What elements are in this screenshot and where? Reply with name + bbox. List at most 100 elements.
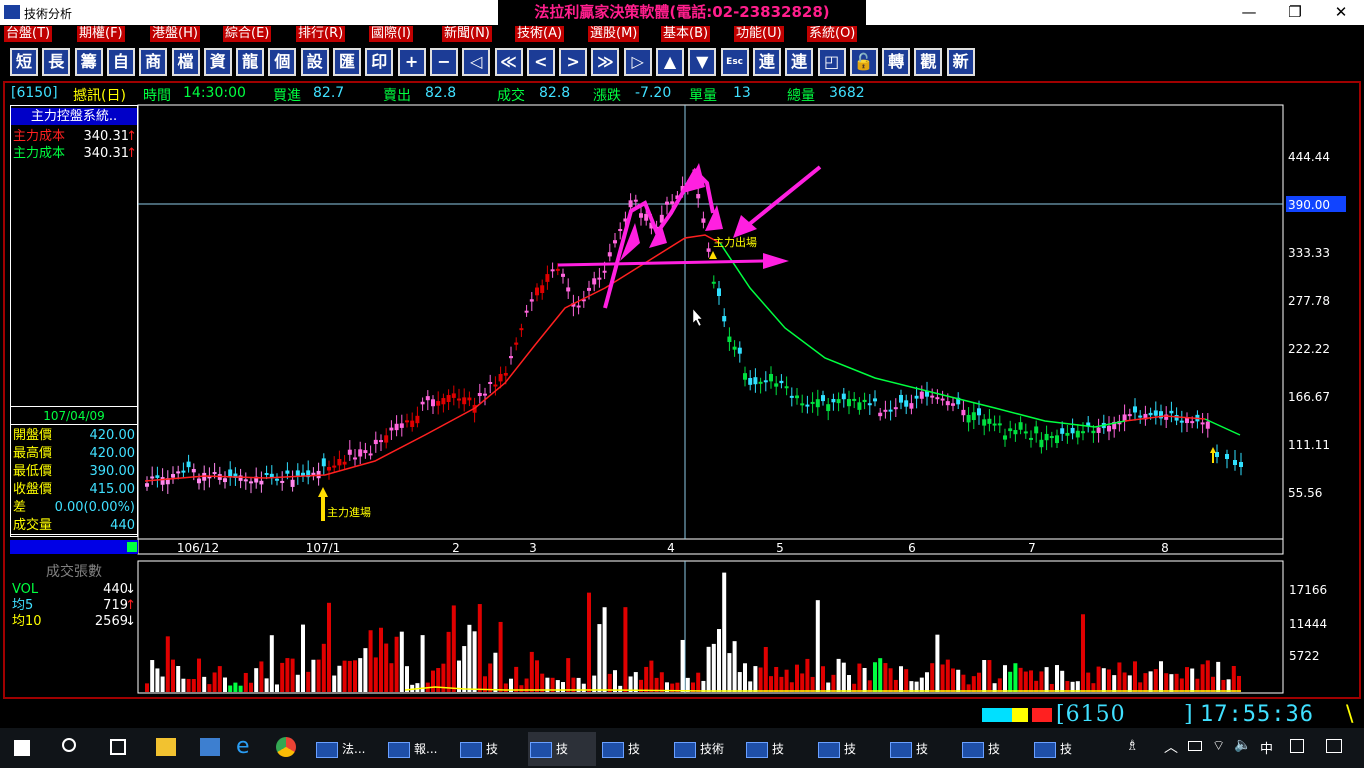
toolbar-button[interactable]: 長 xyxy=(42,48,71,76)
volume-bar xyxy=(711,643,716,692)
battery-icon[interactable] xyxy=(1188,741,1202,751)
input-language[interactable]: 中 xyxy=(1260,738,1273,757)
cost-label: 主力成本 xyxy=(13,129,66,144)
wifi-icon[interactable]: ⌔ xyxy=(1212,737,1225,755)
toolbar-button[interactable]: − xyxy=(429,48,458,76)
notification-icon[interactable] xyxy=(1326,739,1342,753)
candle-body xyxy=(519,328,524,331)
menu-item[interactable]: 基本(B) xyxy=(661,26,711,42)
volume-bar xyxy=(779,676,784,692)
menu-item[interactable]: 排行(R) xyxy=(296,26,346,42)
menu-item[interactable]: 選股(M) xyxy=(588,26,640,42)
candle-body xyxy=(399,423,404,428)
taskbar-app-label: 技術 xyxy=(700,742,725,756)
toolbar-button[interactable]: 印 xyxy=(365,48,394,76)
toolbar-button[interactable]: 轉 xyxy=(882,48,911,76)
toolbar-button[interactable]: 短 xyxy=(10,48,38,76)
toolbar-button[interactable]: 檔 xyxy=(171,48,200,76)
scroll-thumb[interactable] xyxy=(127,542,137,552)
ie-browser-icon[interactable]: e xyxy=(236,736,256,758)
toolbar-button[interactable]: ▲ xyxy=(656,48,684,76)
toolbar-button[interactable]: ≪ xyxy=(494,48,523,76)
search-icon[interactable] xyxy=(62,738,76,752)
taskbar-app-label: 技 xyxy=(772,742,785,756)
volume-bar xyxy=(1195,678,1200,692)
toolbar-button[interactable]: 連 xyxy=(785,48,814,76)
ime-icon[interactable] xyxy=(1290,739,1304,753)
volume-bar xyxy=(956,669,961,692)
toolbar-button[interactable]: ▷ xyxy=(623,48,652,76)
toolbar-button[interactable]: 🔓 xyxy=(849,48,878,76)
taskbar-app-button[interactable]: 法... xyxy=(314,732,382,766)
candle-body xyxy=(862,399,867,403)
toolbar-button[interactable]: 連 xyxy=(752,48,781,76)
candle-body xyxy=(940,398,945,401)
menu-item[interactable]: 系統(O) xyxy=(807,26,858,42)
volume-legend: 成交張數 VOL 440 ↓ 均5 719 ↑ 均10 2569 ↓ xyxy=(10,561,138,693)
menu-item[interactable]: 新聞(N) xyxy=(442,26,492,42)
toolbar-button[interactable]: 籌 xyxy=(74,48,103,76)
control-system-label[interactable]: 主力控盤系統.. xyxy=(11,108,137,125)
chrome-icon[interactable] xyxy=(276,737,296,757)
candle-body xyxy=(597,277,602,280)
close-button[interactable]: ✕ xyxy=(1318,0,1364,25)
toolbar-button[interactable]: 龍 xyxy=(236,48,265,76)
task-view-icon[interactable] xyxy=(110,739,126,755)
people-icon[interactable]: ♗ xyxy=(1126,738,1142,756)
volume-icon[interactable]: 🔈 xyxy=(1234,737,1251,753)
volume-bar xyxy=(758,667,763,692)
restore-button[interactable]: ❐ xyxy=(1272,0,1318,25)
candle-body xyxy=(743,373,747,380)
tray-chevron-icon[interactable]: ︿ xyxy=(1164,737,1178,757)
menu-item[interactable]: 國際(I) xyxy=(369,26,413,42)
chart-app-icon xyxy=(962,741,984,758)
taskbar-app-button[interactable]: 技 xyxy=(888,732,956,766)
toolbar-button[interactable]: 匯 xyxy=(333,48,361,76)
menu-item[interactable]: 台盤(T) xyxy=(4,26,53,42)
chart-area[interactable]: 444.44 390.00 333.33 277.78 222.22 166.67 111.… xyxy=(5,83,1359,697)
toolbar-button[interactable]: 設 xyxy=(300,48,329,76)
toolbar-button[interactable]: 新 xyxy=(946,48,975,76)
start-windows-icon[interactable] xyxy=(14,740,30,756)
candle-body xyxy=(935,397,940,400)
volume-bar xyxy=(1159,661,1163,692)
menu-item[interactable]: 綜合(E) xyxy=(223,26,272,42)
candle-body xyxy=(425,396,430,401)
volume-bar xyxy=(1153,669,1158,692)
network-app-icon[interactable] xyxy=(200,738,220,756)
candle-body xyxy=(212,472,217,475)
file-explorer-icon[interactable] xyxy=(156,738,176,756)
taskbar-app-button[interactable]: 技 xyxy=(1032,732,1100,766)
toolbar-button[interactable]: 資 xyxy=(203,48,232,76)
taskbar-app-button[interactable]: 技 xyxy=(600,732,668,766)
taskbar-app-button[interactable]: 技 xyxy=(458,732,526,766)
candle-body xyxy=(711,281,716,284)
candle-body xyxy=(535,287,539,296)
menu-item[interactable]: 港盤(H) xyxy=(150,26,200,42)
taskbar-app-button[interactable]: 技術 xyxy=(672,732,740,766)
toolbar-button[interactable]: 觀 xyxy=(914,48,943,76)
toolbar-button[interactable]: Esc xyxy=(720,48,749,76)
toolbar-button[interactable]: > xyxy=(559,48,588,76)
toolbar-button[interactable]: 個 xyxy=(268,48,297,76)
toolbar-button[interactable]: 商 xyxy=(139,48,168,76)
toolbar-button[interactable]: ▼ xyxy=(688,48,717,76)
taskbar-app-button[interactable]: 技 xyxy=(816,732,884,766)
taskbar-app-button[interactable]: 報... xyxy=(386,732,454,766)
toolbar-button[interactable]: ≫ xyxy=(591,48,620,76)
minimize-button[interactable]: — xyxy=(1226,0,1272,25)
taskbar-app-button[interactable]: 技 xyxy=(528,732,596,766)
menu-item[interactable]: 技術(A) xyxy=(515,26,565,42)
taskbar-app-button[interactable]: 技 xyxy=(744,732,812,766)
toolbar-button[interactable]: + xyxy=(397,48,426,76)
hand-cursor-icon xyxy=(692,308,703,327)
menu-item[interactable]: 期權(F) xyxy=(77,26,125,42)
toolbar-button[interactable]: ◰ xyxy=(817,48,846,76)
taskbar-app-button[interactable]: 技 xyxy=(960,732,1028,766)
menu-item[interactable]: 功能(U) xyxy=(734,26,784,42)
chart-scrollbar[interactable] xyxy=(10,540,138,554)
toolbar-button[interactable]: ◁ xyxy=(462,48,491,76)
toolbar-button[interactable]: 自 xyxy=(106,48,135,76)
cost-arrow: ↑ xyxy=(126,129,137,144)
toolbar-button[interactable]: < xyxy=(526,48,555,76)
